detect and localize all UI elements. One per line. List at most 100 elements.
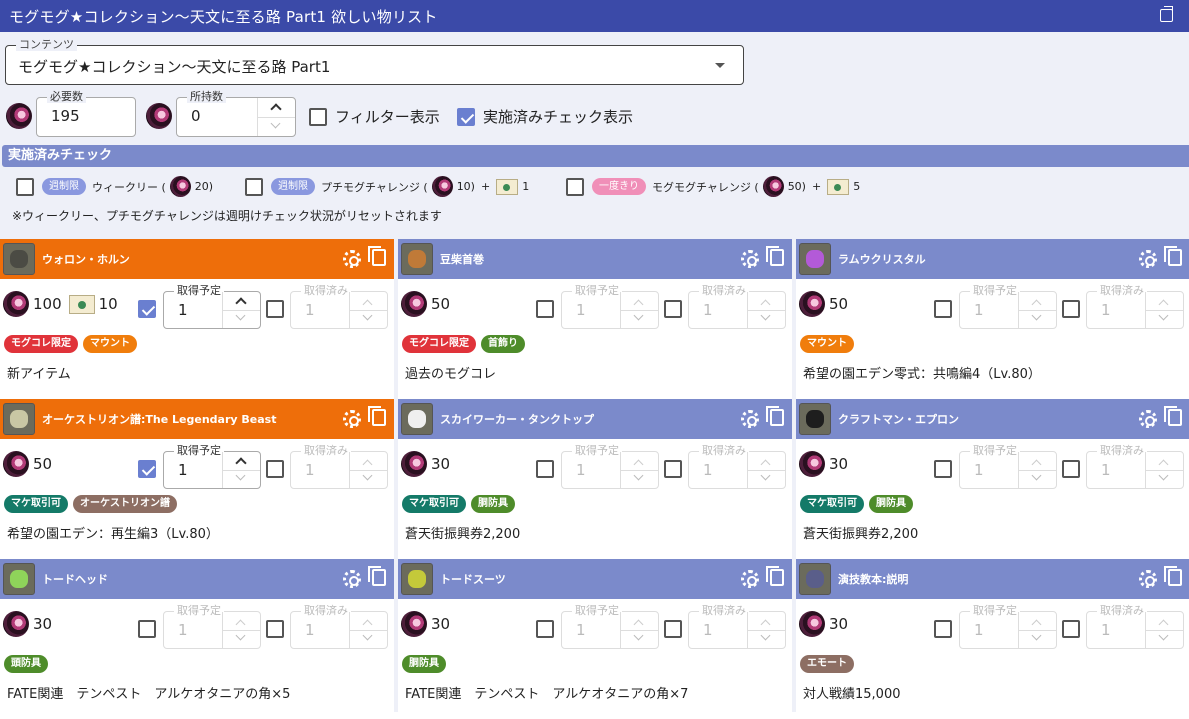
planned-stepper[interactable] xyxy=(1018,452,1056,488)
planned-field[interactable]: 取得予定 1 xyxy=(561,604,659,649)
check-petit-challenge[interactable]: 週制限 プチモグチャレンジ ( 10) + 1 xyxy=(245,176,529,197)
settings-gear-icon[interactable] xyxy=(741,570,759,588)
obtained-checkbox[interactable] xyxy=(266,300,284,318)
obtained-stepper[interactable] xyxy=(1145,292,1183,328)
increment-icon[interactable] xyxy=(1158,459,1169,470)
planned-checkbox[interactable] xyxy=(934,300,952,318)
decrement-icon[interactable] xyxy=(362,630,373,641)
planned-stepper[interactable] xyxy=(222,292,260,328)
copy-icon[interactable] xyxy=(766,566,784,586)
planned-field[interactable]: 取得予定 1 xyxy=(561,284,659,329)
obtained-field[interactable]: 取得済み 1 xyxy=(688,444,786,489)
obtained-field[interactable]: 取得済み 1 xyxy=(1086,284,1184,329)
obtained-field[interactable]: 取得済み 1 xyxy=(688,604,786,649)
settings-gear-icon[interactable] xyxy=(1139,250,1157,268)
decrement-icon[interactable] xyxy=(1031,470,1042,481)
owned-count-stepper[interactable] xyxy=(257,98,295,136)
planned-field[interactable]: 取得予定 1 xyxy=(163,444,261,489)
planned-checkbox[interactable] xyxy=(536,300,554,318)
copy-icon[interactable] xyxy=(368,246,386,266)
increment-icon[interactable] xyxy=(760,299,771,310)
decrement-icon[interactable] xyxy=(362,470,373,481)
decrement-icon[interactable] xyxy=(1031,630,1042,641)
decrement-icon[interactable] xyxy=(760,310,771,321)
planned-checkbox[interactable] xyxy=(138,620,156,638)
obtained-field[interactable]: 取得済み 1 xyxy=(688,284,786,329)
copy-icon[interactable] xyxy=(1164,246,1182,266)
decrement-icon[interactable] xyxy=(235,310,246,321)
copy-icon[interactable] xyxy=(368,566,386,586)
filter-toggle[interactable]: フィルター表示 xyxy=(309,106,440,127)
increment-icon[interactable] xyxy=(362,299,373,310)
planned-stepper[interactable] xyxy=(620,452,658,488)
planned-stepper[interactable] xyxy=(222,612,260,648)
planned-checkbox[interactable] xyxy=(138,300,156,318)
decrement-icon[interactable] xyxy=(633,310,644,321)
copy-icon[interactable] xyxy=(766,246,784,266)
increment-icon[interactable] xyxy=(1031,619,1042,630)
copy-icon[interactable] xyxy=(766,406,784,426)
decrement-icon[interactable] xyxy=(1158,470,1169,481)
obtained-stepper[interactable] xyxy=(349,452,387,488)
increment-icon[interactable] xyxy=(235,297,247,309)
planned-checkbox[interactable] xyxy=(138,460,156,478)
planned-field[interactable]: 取得予定 1 xyxy=(163,284,261,329)
filter-checkbox[interactable] xyxy=(309,107,327,126)
obtained-field[interactable]: 取得済み 1 xyxy=(1086,604,1184,649)
settings-gear-icon[interactable] xyxy=(343,250,361,268)
decrement-icon[interactable] xyxy=(760,470,771,481)
increment-icon[interactable] xyxy=(362,619,373,630)
increment-icon[interactable] xyxy=(362,459,373,470)
dropdown-arrow-icon[interactable] xyxy=(715,63,725,68)
obtained-checkbox[interactable] xyxy=(664,300,682,318)
decrement-icon[interactable] xyxy=(1158,630,1169,641)
required-count-field[interactable]: 必要数 195 xyxy=(36,90,136,137)
planned-checkbox[interactable] xyxy=(934,620,952,638)
copy-icon[interactable] xyxy=(1164,406,1182,426)
owned-count-field[interactable]: 所持数 0 xyxy=(176,90,296,137)
obtained-stepper[interactable] xyxy=(1145,612,1183,648)
copy-icon[interactable] xyxy=(368,406,386,426)
planned-checkbox[interactable] xyxy=(934,460,952,478)
planned-field[interactable]: 取得予定 1 xyxy=(163,604,261,649)
weekly-checkbox[interactable] xyxy=(16,177,34,196)
petit-challenge-checkbox[interactable] xyxy=(245,177,263,196)
increment-icon[interactable] xyxy=(633,619,644,630)
decrement-icon[interactable] xyxy=(633,470,644,481)
obtained-stepper[interactable] xyxy=(349,292,387,328)
obtained-stepper[interactable] xyxy=(349,612,387,648)
obtained-field[interactable]: 取得済み 1 xyxy=(290,284,388,329)
decrement-icon[interactable] xyxy=(235,630,246,641)
planned-field[interactable]: 取得予定 1 xyxy=(959,444,1057,489)
check-weekly[interactable]: 週制限 ウィークリー ( 20) xyxy=(16,176,213,197)
obtained-field[interactable]: 取得済み 1 xyxy=(290,604,388,649)
settings-gear-icon[interactable] xyxy=(343,410,361,428)
increment-icon[interactable] xyxy=(1158,619,1169,630)
obtained-checkbox[interactable] xyxy=(664,620,682,638)
obtained-field[interactable]: 取得済み 1 xyxy=(290,444,388,489)
obtained-checkbox[interactable] xyxy=(266,460,284,478)
increment-icon[interactable] xyxy=(760,459,771,470)
settings-gear-icon[interactable] xyxy=(1139,410,1157,428)
decrement-icon[interactable] xyxy=(760,630,771,641)
obtained-checkbox[interactable] xyxy=(266,620,284,638)
obtained-checkbox[interactable] xyxy=(1062,460,1080,478)
decrement-icon[interactable] xyxy=(270,118,281,129)
increment-icon[interactable] xyxy=(633,459,644,470)
content-select[interactable]: コンテンツ モグモグ★コレクション～天文に至る路 Part1 xyxy=(5,38,744,85)
check-mogmog-challenge[interactable]: 一度きり モグモグチャレンジ ( 50) + 5 xyxy=(566,176,860,197)
increment-icon[interactable] xyxy=(1031,459,1042,470)
copy-icon[interactable] xyxy=(1164,566,1182,586)
decrement-icon[interactable] xyxy=(1158,310,1169,321)
planned-stepper[interactable] xyxy=(1018,612,1056,648)
planned-stepper[interactable] xyxy=(1018,292,1056,328)
mogmog-challenge-checkbox[interactable] xyxy=(566,177,584,196)
obtained-checkbox[interactable] xyxy=(664,460,682,478)
obtained-checkbox[interactable] xyxy=(1062,620,1080,638)
planned-checkbox[interactable] xyxy=(536,620,554,638)
planned-checkbox[interactable] xyxy=(536,460,554,478)
planned-stepper[interactable] xyxy=(620,292,658,328)
obtained-checkbox[interactable] xyxy=(1062,300,1080,318)
increment-icon[interactable] xyxy=(760,619,771,630)
planned-stepper[interactable] xyxy=(222,452,260,488)
